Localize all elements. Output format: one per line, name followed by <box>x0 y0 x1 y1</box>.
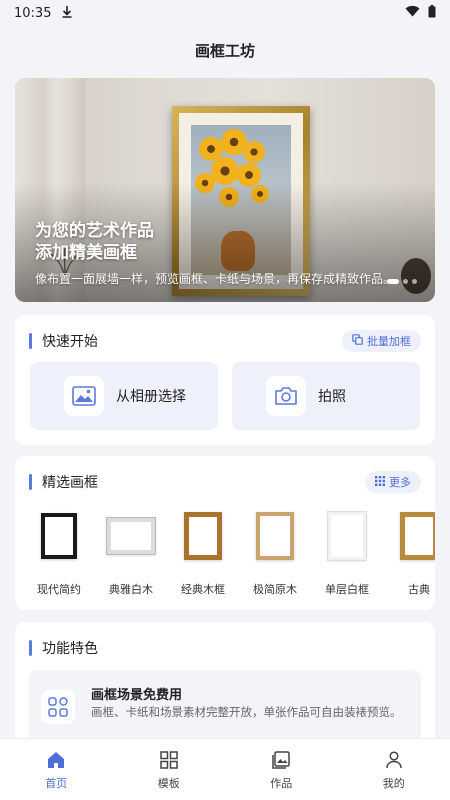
frame-thumbnail <box>32 505 86 567</box>
frame-label: 典雅白木 <box>109 583 153 596</box>
more-frames-button[interactable]: 更多 <box>365 471 421 493</box>
carousel-dot-active[interactable] <box>387 279 399 284</box>
image-icon <box>64 376 104 416</box>
choose-from-album-button[interactable]: 从相册选择 <box>30 362 218 430</box>
frame-label: 经典木框 <box>181 583 225 596</box>
tab-home[interactable]: 首页 <box>16 751 96 791</box>
tab-templates[interactable]: 模板 <box>129 751 209 791</box>
battery-icon <box>428 4 436 22</box>
status-bar: 10:35 <box>0 0 450 26</box>
layers-icon <box>352 334 363 348</box>
feature-description: 画框、卡纸和场景素材完整开放，单张作品可自由装裱预览。 <box>91 705 402 719</box>
frame-label: 现代简约 <box>37 583 81 596</box>
carousel-indicator <box>387 279 417 284</box>
home-icon <box>47 751 65 772</box>
bottom-tab-bar: 首页 模板 作品 我的 <box>0 738 450 800</box>
frame-option-classic-wood[interactable]: 经典木框 <box>176 505 230 597</box>
frame-option-antique[interactable]: 古典 <box>392 505 435 597</box>
tab-home-label: 首页 <box>45 777 68 790</box>
grid-icon <box>160 751 178 772</box>
frame-thumbnail <box>176 505 230 567</box>
frame-list: 现代简约 典雅白木 经典木框 极简原木 单层白框 古典 <box>32 505 435 597</box>
frame-thumbnail <box>320 505 374 567</box>
banner-title-line1: 为您的艺术作品 <box>35 221 154 241</box>
frame-label: 古典 <box>408 583 430 596</box>
take-photo-button[interactable]: 拍照 <box>232 362 420 430</box>
page-title: 画框工坊 <box>194 41 255 60</box>
batch-frame-label: 批量加框 <box>367 335 411 348</box>
gallery-icon <box>272 751 290 772</box>
section-accent-bar <box>29 474 32 490</box>
frame-option-white-wood[interactable]: 典雅白木 <box>104 505 158 597</box>
batch-frame-button[interactable]: 批量加框 <box>342 330 421 352</box>
quick-start-title-text: 快速开始 <box>42 334 98 350</box>
frame-thumbnail <box>104 505 158 567</box>
tab-profile-label: 我的 <box>382 777 405 790</box>
frame-option-single-white[interactable]: 单层白框 <box>320 505 374 597</box>
feature-item: 画框场景免费用 画框、卡纸和场景素材完整开放，单张作品可自由装裱预览。 <box>29 670 421 742</box>
quick-start-card: 快速开始 批量加框 从相册选择 拍照 <box>15 315 435 445</box>
grid-dots-icon <box>375 475 385 489</box>
banner-title: 为您的艺术作品 添加精美画框 <box>35 220 154 264</box>
camera-label: 拍照 <box>318 389 346 405</box>
banner-title-line2: 添加精美画框 <box>35 243 137 263</box>
banner-subtitle: 像布置一面展墙一样，预览画框、卡纸与场景，再保存成精致作品。 <box>35 272 396 286</box>
featured-title-text: 精选画框 <box>42 475 98 491</box>
more-label: 更多 <box>389 476 411 489</box>
feature-title: 画框场景免费用 <box>91 688 183 703</box>
section-accent-bar <box>29 640 32 656</box>
person-icon <box>385 751 403 772</box>
features-title: 功能特色 <box>29 638 98 658</box>
tab-profile[interactable]: 我的 <box>354 751 434 791</box>
frame-option-natural-wood[interactable]: 极简原木 <box>248 505 302 597</box>
featured-title: 精选画框 <box>29 472 98 492</box>
tab-works-label: 作品 <box>270 777 293 790</box>
features-title-text: 功能特色 <box>42 641 98 657</box>
hero-banner[interactable]: 为您的艺术作品 添加精美画框 像布置一面展墙一样，预览画框、卡纸与场景，再保存成… <box>15 78 435 302</box>
featured-frames-card: 精选画框 更多 现代简约 典雅白木 经典木框 极简原木 单层白框 古典 <box>15 456 435 610</box>
frame-option-modern[interactable]: 现代简约 <box>32 505 86 597</box>
download-icon <box>61 5 73 22</box>
carousel-dot[interactable] <box>403 279 408 284</box>
frame-thumbnail <box>392 505 435 567</box>
tab-templates-label: 模板 <box>157 777 180 790</box>
section-accent-bar <box>29 333 32 349</box>
frame-thumbnail <box>248 505 302 567</box>
camera-icon <box>266 376 306 416</box>
apps-icon <box>41 690 75 724</box>
wifi-icon <box>405 5 420 21</box>
quick-start-title: 快速开始 <box>29 331 98 351</box>
tab-works[interactable]: 作品 <box>241 751 321 791</box>
album-label: 从相册选择 <box>116 389 186 405</box>
carousel-dot[interactable] <box>412 279 417 284</box>
frame-label: 极简原木 <box>253 583 297 596</box>
status-time: 10:35 <box>14 5 52 21</box>
frame-label: 单层白框 <box>325 583 369 596</box>
